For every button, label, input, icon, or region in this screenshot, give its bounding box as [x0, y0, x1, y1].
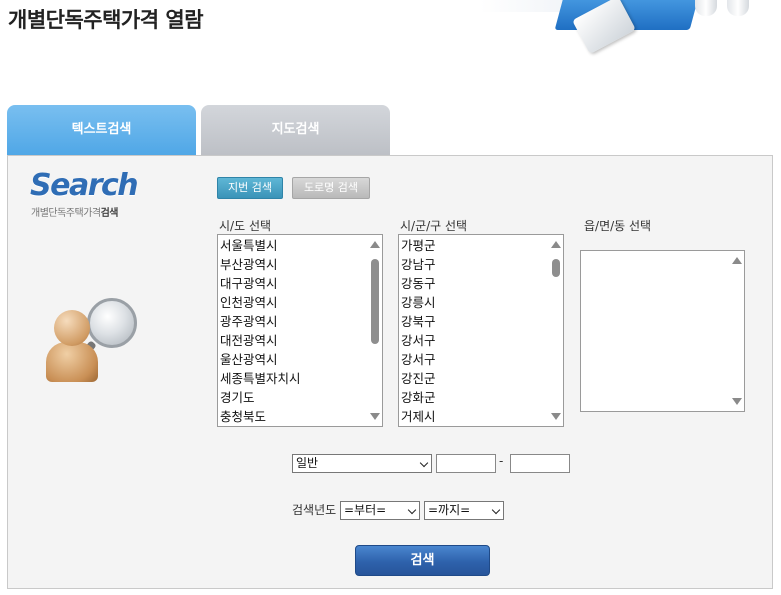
header-illustration [480, 0, 781, 58]
main-number-input[interactable] [436, 454, 496, 473]
scroll-thumb[interactable] [552, 259, 560, 277]
list-item[interactable]: 울산광역시 [220, 350, 382, 369]
sigungu-listbox[interactable]: 가평군 강남구 강동구 강릉시 강북구 강서구 강서구 강진군 강화군 거제시 [398, 234, 564, 427]
scroll-down-icon[interactable] [370, 413, 380, 420]
list-item[interactable]: 충청북도 [220, 407, 382, 426]
list-item[interactable]: 강진군 [401, 369, 563, 388]
scroll-down-icon[interactable] [551, 413, 561, 420]
chevron-down-icon [491, 505, 501, 515]
number-separator: - [499, 454, 504, 468]
list-item[interactable]: 강서구 [401, 331, 563, 350]
eupmyeondong-scrollbar[interactable] [730, 251, 744, 411]
list-item[interactable]: 강화군 [401, 388, 563, 407]
scroll-thumb[interactable] [371, 259, 379, 344]
road-name-search-button[interactable]: 도로명 검색 [292, 177, 370, 199]
search-button[interactable]: 검색 [355, 545, 490, 576]
list-item[interactable]: 강북구 [401, 312, 563, 331]
list-item[interactable]: 서울특별시 [220, 236, 382, 255]
user-search-illustration [40, 290, 150, 390]
year-from-select[interactable]: =부터= [340, 501, 420, 520]
list-item[interactable]: 경기도 [220, 388, 382, 407]
sigungu-label: 시/군/구 선택 [400, 219, 468, 233]
scroll-up-icon[interactable] [732, 257, 742, 264]
tab-map-search[interactable]: 지도검색 [201, 105, 390, 157]
sigungu-scrollbar[interactable] [549, 235, 563, 426]
eupmyeondong-label: 읍/면/동 선택 [584, 219, 652, 233]
list-item[interactable]: 부산광역시 [220, 255, 382, 274]
scroll-down-icon[interactable] [732, 398, 742, 405]
eupmyeondong-listbox[interactable] [580, 250, 745, 412]
chevron-down-icon [419, 458, 429, 468]
scroll-up-icon[interactable] [551, 241, 561, 248]
year-to-select[interactable]: =까지= [424, 501, 504, 520]
list-item[interactable]: 광주광역시 [220, 312, 382, 331]
scroll-up-icon[interactable] [370, 241, 380, 248]
year-from-value: =부터= [344, 503, 387, 517]
list-item[interactable]: 강동구 [401, 274, 563, 293]
list-item[interactable]: 강남구 [401, 255, 563, 274]
list-item[interactable]: 대구광역시 [220, 274, 382, 293]
list-item[interactable]: 세종특별자치시 [220, 369, 382, 388]
year-label: 검색년도 [292, 503, 337, 517]
land-type-value: 일반 [296, 456, 319, 470]
person-icon [54, 310, 90, 346]
jibun-search-button[interactable]: 지번 검색 [217, 177, 283, 199]
tab-text-search[interactable]: 텍스트검색 [7, 105, 196, 157]
list-item[interactable]: 강서구 [401, 350, 563, 369]
sido-scrollbar[interactable] [368, 235, 382, 426]
search-logo: Search [30, 168, 139, 203]
list-item[interactable]: 가평군 [401, 236, 563, 255]
sub-number-input[interactable] [510, 454, 570, 473]
list-item[interactable]: 인천광역시 [220, 293, 382, 312]
list-item[interactable]: 거제시 [401, 407, 563, 426]
magnifier-icon [87, 298, 137, 348]
list-item[interactable]: 강릉시 [401, 293, 563, 312]
list-item[interactable]: 대전광역시 [220, 331, 382, 350]
chevron-down-icon [407, 505, 417, 515]
sido-listbox[interactable]: 서울특별시 부산광역시 대구광역시 인천광역시 광주광역시 대전광역시 울산광역… [217, 234, 383, 427]
year-to-value: =까지= [428, 503, 471, 517]
sido-label: 시/도 선택 [219, 219, 272, 233]
page-title: 개별단독주택가격 열람 [8, 8, 204, 32]
land-type-select[interactable]: 일반 [292, 454, 432, 473]
search-logo-subtitle: 개별단독주택가격검색 [31, 208, 119, 219]
